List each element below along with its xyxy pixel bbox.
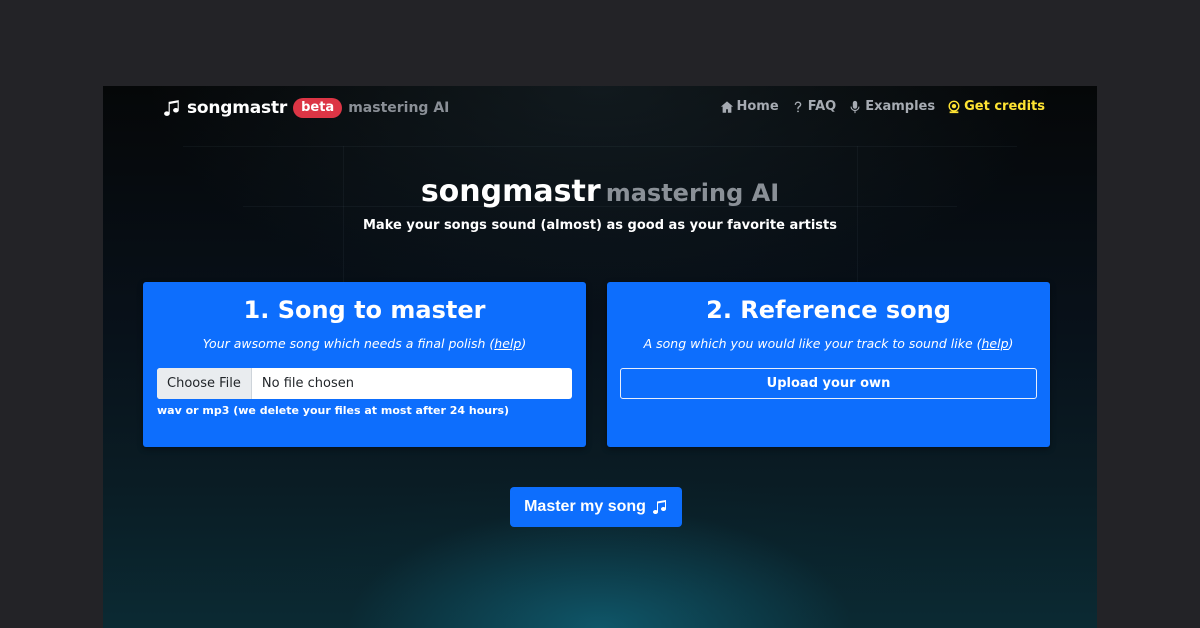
brand-name: songmastr: [187, 98, 288, 118]
master-button-label: Master my song: [524, 498, 646, 515]
nav-examples-link[interactable]: Examples: [848, 99, 935, 114]
microphone-icon: [850, 100, 860, 113]
upload-your-own-button[interactable]: Upload your own: [620, 368, 1037, 399]
reference-song-card: 2. Reference song A song which you would…: [607, 282, 1050, 447]
nav-links: Home FAQ Examples Get credits: [720, 99, 1045, 114]
nav-get-credits-label: Get credits: [964, 99, 1045, 114]
house-icon: [720, 100, 733, 113]
brand-subtitle: mastering AI: [348, 100, 450, 116]
song-card-description-end: ): [521, 336, 527, 351]
reference-card-title: 2. Reference song: [706, 296, 951, 324]
music-note-icon: [164, 100, 179, 116]
song-to-master-card: 1. Song to master Your awsome song which…: [143, 282, 586, 447]
reference-card-description-text: A song which you would like your track t…: [643, 336, 982, 351]
nav-get-credits-link[interactable]: Get credits: [947, 99, 1045, 114]
file-status-text: No file chosen: [261, 376, 354, 391]
master-my-song-button[interactable]: Master my song: [510, 487, 682, 527]
song-card-help-link[interactable]: help: [494, 336, 521, 351]
reference-card-description: A song which you would like your track t…: [607, 336, 1050, 351]
music-note-icon: [652, 500, 666, 514]
choose-file-button[interactable]: Choose File: [157, 368, 252, 399]
stage-rigging: [183, 146, 1017, 147]
song-file-input[interactable]: Choose File No file chosen: [157, 368, 572, 399]
top-navbar: songmastr beta mastering AI Home FAQ Exa…: [103, 86, 1097, 130]
song-card-description: Your awsome song which needs a final pol…: [143, 336, 586, 351]
hero-title-main: songmastr: [420, 174, 601, 209]
hero-title: songmastr mastering AI: [103, 174, 1097, 209]
beta-badge: beta: [293, 98, 343, 118]
file-format-note: wav or mp3 (we delete your files at most…: [157, 404, 510, 417]
coin-icon: [948, 100, 960, 113]
nav-home-label: Home: [736, 99, 779, 114]
nav-home-link[interactable]: Home: [720, 99, 779, 114]
reference-card-description-end: ): [1008, 336, 1014, 351]
song-card-description-text: Your awsome song which needs a final pol…: [202, 336, 495, 351]
nav-examples-label: Examples: [865, 99, 936, 114]
app-window: songmastr beta mastering AI Home FAQ Exa…: [103, 86, 1097, 628]
hero-title-suffix: mastering AI: [605, 179, 780, 207]
nav-faq-label: FAQ: [807, 99, 837, 114]
reference-card-help-link[interactable]: help: [981, 336, 1008, 351]
hero-subtitle: Make your songs sound (almost) as good a…: [363, 218, 837, 233]
song-card-title: 1. Song to master: [243, 296, 486, 324]
nav-faq-link[interactable]: FAQ: [791, 99, 837, 114]
brand[interactable]: songmastr beta mastering AI: [163, 98, 449, 118]
question-icon: [794, 100, 802, 112]
